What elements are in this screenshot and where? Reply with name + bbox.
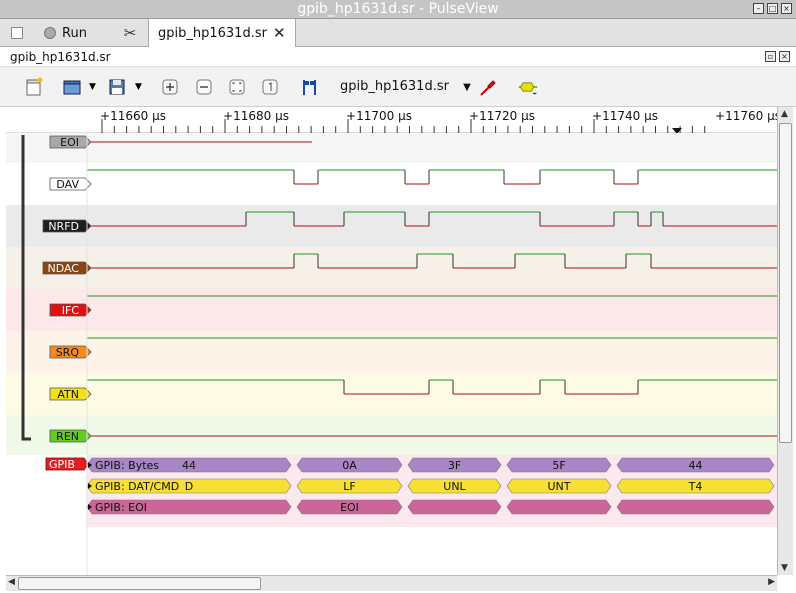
float-icon[interactable]: ▫ — [765, 51, 776, 62]
trace-row-background — [6, 289, 777, 331]
decoder-annotation-text: 44 — [182, 459, 196, 472]
signal-label: EOI — [60, 136, 79, 149]
chevron-down-icon[interactable]: ▼ — [89, 82, 96, 92]
vertical-scroll-thumb[interactable] — [779, 123, 792, 443]
decoder-icon[interactable] — [518, 77, 538, 97]
chevron-left-icon[interactable]: ◀ — [8, 577, 15, 587]
close-icon[interactable]: × — [779, 51, 790, 62]
minimize-icon[interactable]: – — [753, 3, 764, 14]
session-icon — [11, 27, 23, 39]
signal-label: REN — [56, 430, 79, 443]
decoder-row-label: GPIB: DAT/CMD — [95, 480, 179, 493]
decoder-annotation-text: 5F — [552, 459, 565, 472]
signal-label: DAV — [56, 178, 79, 191]
chevron-right-icon[interactable]: ▶ — [768, 577, 775, 587]
decoder-annotation-text: UNL — [443, 480, 466, 493]
signal-label: ATN — [57, 388, 79, 401]
cursor-icon[interactable] — [300, 77, 320, 97]
title-bar: gpib_hp1631d.sr - PulseView – □ × — [0, 0, 796, 19]
zoom-fit-icon[interactable] — [227, 77, 247, 97]
run-button[interactable]: Run — [44, 19, 87, 47]
main-toolbar: ▼ ▼ gpib_hp1631d.sr ▼ — [0, 67, 796, 107]
chevron-down-icon[interactable]: ▼ — [781, 563, 788, 573]
view-title: gpib_hp1631d.sr — [10, 50, 111, 64]
file-combo-value: gpib_hp1631d.sr — [340, 79, 449, 94]
open-icon[interactable] — [62, 77, 82, 97]
maximize-icon[interactable]: □ — [767, 3, 778, 14]
close-icon[interactable]: × — [781, 3, 792, 14]
signal-label: NDAC — [47, 262, 79, 275]
window-title: gpib_hp1631d.sr - PulseView — [297, 1, 499, 17]
ruler-ticks — [101, 119, 706, 133]
file-combo[interactable]: gpib_hp1631d.sr ▼ — [340, 79, 471, 94]
signal-label: SRQ — [56, 346, 80, 359]
tab-label: gpib_hp1631d.sr — [158, 25, 267, 41]
run-icon — [44, 27, 56, 39]
zoom-in-icon[interactable] — [160, 77, 180, 97]
horizontal-scroll-thumb[interactable] — [18, 577, 261, 590]
vertical-scrollbar[interactable]: ▲ ▼ — [777, 107, 793, 575]
decoder-annotation-text: 0A — [342, 459, 357, 472]
tab-bar: Run ✂ gpib_hp1631d.sr ✕ — [0, 19, 796, 47]
signal-label: NRFD — [48, 220, 79, 233]
save-icon[interactable] — [107, 77, 127, 97]
time-ruler[interactable]: +11660 µs +11680 µs +11700 µs +11720 µs … — [6, 107, 781, 133]
decoder-annotation-text: EOI — [340, 501, 359, 514]
decoder-annotation-text: 44 — [689, 459, 703, 472]
close-icon[interactable]: ✕ — [273, 24, 286, 42]
settings-icon: ✂ — [123, 24, 137, 42]
decoder-row-label: GPIB: EOI — [95, 501, 147, 514]
zoom-one-to-one-icon[interactable] — [260, 77, 280, 97]
decoder-annotation-text: D — [185, 480, 193, 493]
decoder-annotation-text: LF — [343, 480, 355, 493]
decoder-annotation-text: UNT — [548, 480, 571, 493]
trace-canvas: EOI DAV NRFD NDAC IFC SRQ ATN REN GPIB 44 0A 3F 5F 44… — [6, 133, 777, 575]
pulseview-window: gpib_hp1631d.sr - PulseView – □ × Run ✂ … — [0, 0, 796, 593]
decoder-annotation-text: 3F — [448, 459, 461, 472]
decoder-row-label: GPIB: Bytes — [95, 459, 159, 472]
probe-icon[interactable] — [478, 77, 498, 97]
chevron-down-icon: ▼ — [463, 82, 471, 93]
run-label: Run — [62, 25, 87, 41]
decoder-annotation — [616, 499, 775, 515]
signal-label: IFC — [62, 304, 80, 317]
decoder-annotation-text: T4 — [688, 480, 703, 493]
view-header: gpib_hp1631d.sr ▫ × — [0, 47, 796, 67]
trace-row-background — [6, 331, 777, 373]
zoom-out-icon[interactable] — [194, 77, 214, 97]
settings-button[interactable]: ✂ — [115, 19, 145, 47]
decoder-annotation — [407, 499, 502, 515]
trace-view[interactable]: EOI DAV NRFD NDAC IFC SRQ ATN REN GPIB 44 0A 3F 5F 44… — [6, 133, 777, 575]
chevron-down-icon[interactable]: ▼ — [135, 82, 142, 92]
horizontal-scrollbar[interactable]: ◀ ▶ — [6, 575, 777, 591]
tab-session[interactable] — [4, 19, 30, 47]
trace-row-background — [6, 163, 777, 205]
decoder-annotation — [506, 499, 612, 515]
new-view-icon[interactable] — [24, 77, 44, 97]
chevron-up-icon[interactable]: ▲ — [781, 109, 788, 119]
decoder-label: GPIB — [49, 458, 75, 471]
tab-gpib-file[interactable]: gpib_hp1631d.sr ✕ — [148, 19, 296, 47]
